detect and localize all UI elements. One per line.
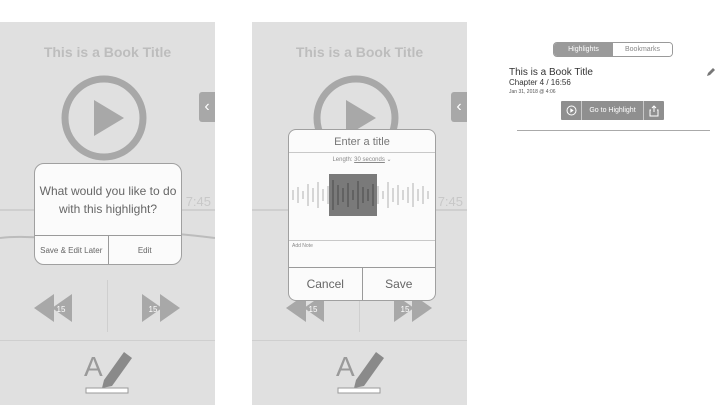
pencil-icon[interactable] [706, 67, 716, 77]
divider [252, 340, 467, 341]
rewind-15-icon[interactable]: 15 [34, 294, 74, 322]
book-title: This is a Book Title [295, 44, 424, 60]
play-circle-icon[interactable] [561, 101, 582, 120]
highlight-date: Jan 31, 2018 @ 4:06 [509, 89, 556, 95]
chevron-left-icon[interactable]: ‹ [199, 92, 215, 122]
divider [289, 152, 435, 153]
book-title: This is a Book Title [43, 44, 172, 60]
length-prefix: Length: [332, 157, 353, 163]
chevron-left-icon[interactable]: ‹ [451, 92, 467, 122]
save-edit-later-button[interactable]: Save & Edit Later [35, 236, 108, 264]
edit-button[interactable]: Edit [107, 236, 182, 264]
highlight-book-title: This is a Book Title [509, 67, 593, 78]
svg-text:A: A [336, 351, 355, 382]
segmented-control: Highlights Bookmarks [553, 42, 673, 57]
controls-divider [107, 280, 108, 332]
time-remaining: 7:45 [437, 194, 463, 209]
player-screen-title-dialog: This is a Book Title ‹ 7:45 15 15 A Ente… [252, 22, 467, 405]
forward-label: 15 [401, 305, 410, 314]
length-value: 30 seconds [354, 157, 385, 163]
svg-text:A: A [84, 351, 103, 382]
add-note-field[interactable]: Add Note [292, 243, 313, 249]
play-icon[interactable] [60, 74, 148, 162]
divider [517, 130, 710, 131]
divider [0, 340, 215, 341]
tab-bookmarks[interactable]: Bookmarks [613, 43, 672, 56]
title-dialog: Enter a title Length: 30 seconds ⌄ Add N… [288, 129, 436, 301]
highlights-list-screen: Highlights Bookmarks This is a Book Titl… [505, 22, 720, 405]
cancel-button[interactable]: Cancel [289, 268, 362, 300]
waveform-scrubber[interactable] [289, 170, 435, 220]
highlight-pen-icon[interactable]: A [334, 344, 386, 394]
player-screen-highlight-prompt: This is a Book Title ‹ 7:45 15 15 A What… [0, 22, 215, 405]
share-icon[interactable] [644, 101, 664, 120]
dialog-question: What would you like to do with this high… [39, 184, 177, 216]
tab-highlights[interactable]: Highlights [554, 43, 613, 56]
chevron-down-icon: ⌄ [386, 157, 392, 163]
rewind-label: 15 [309, 305, 318, 314]
forward-15-icon[interactable]: 15 [140, 294, 180, 322]
time-remaining: 7:45 [185, 194, 211, 209]
highlight-pen-icon[interactable]: A [82, 344, 134, 394]
title-input[interactable]: Enter a title [289, 136, 435, 148]
divider [289, 240, 435, 241]
highlight-chapter: Chapter 4 / 16:56 [509, 78, 571, 87]
rewind-label: 15 [57, 305, 66, 314]
highlight-action-dialog: What would you like to do with this high… [34, 163, 182, 265]
highlight-actions-bar: Go to Highlight [561, 101, 664, 120]
forward-label: 15 [149, 305, 158, 314]
save-button[interactable]: Save [361, 268, 436, 300]
length-selector[interactable]: Length: 30 seconds ⌄ [289, 156, 435, 163]
go-to-highlight-button[interactable]: Go to Highlight [582, 101, 644, 120]
